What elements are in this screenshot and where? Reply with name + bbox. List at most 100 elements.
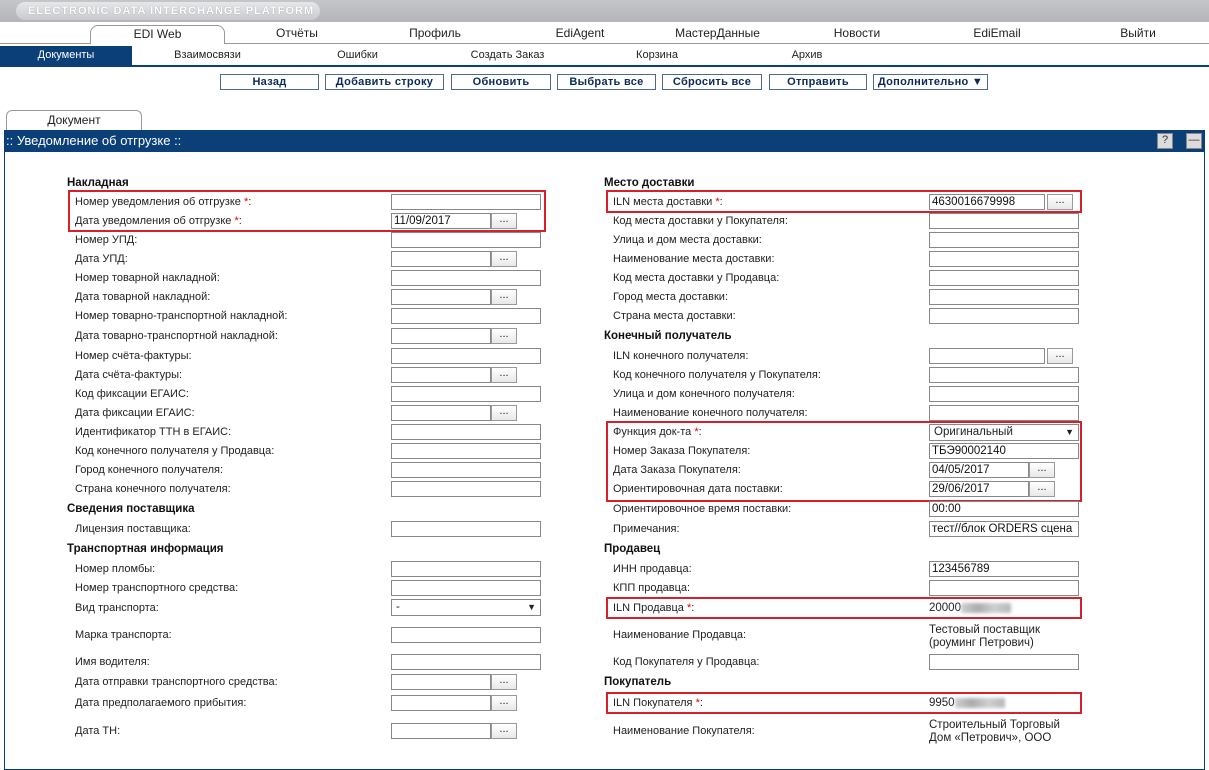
reset-all-button[interactable]: Сбросить все (662, 74, 762, 90)
calendar-button[interactable]: ... (491, 289, 517, 305)
calendar-button[interactable]: ... (1029, 481, 1055, 497)
lookup-button[interactable]: ... (1047, 194, 1073, 210)
delivery-iln-input[interactable]: 4630016679998 (929, 194, 1045, 210)
help-button[interactable]: ? (1157, 133, 1173, 149)
subnav-create-order[interactable]: Создать Заказ (460, 49, 555, 61)
send-button[interactable]: Отправить (769, 74, 867, 90)
est-delivery-time-input[interactable]: 00:00 (929, 501, 1079, 517)
final-name-input[interactable] (929, 405, 1079, 421)
driver-name-input[interactable] (391, 654, 541, 670)
label-delivery-name: Наименование места доставки: (613, 253, 775, 265)
invoice-number-input[interactable] (391, 348, 541, 364)
label-seller-inn: ИНН продавца: (613, 563, 692, 575)
tab-document[interactable]: Документ (6, 110, 142, 130)
refresh-button[interactable]: Обновить (451, 74, 551, 90)
calendar-button[interactable]: ... (491, 723, 517, 739)
calendar-button[interactable]: ... (491, 251, 517, 267)
egais-date-input[interactable] (391, 405, 491, 421)
calendar-button[interactable]: ... (491, 695, 517, 711)
subnav-relations[interactable]: Взаимосвязи (160, 49, 255, 61)
label-final-recipient-country: Страна конечного получателя: (75, 483, 231, 495)
final-recipient-city-input[interactable] (391, 462, 541, 478)
nav-masterdata[interactable]: МастерДанные (665, 26, 770, 40)
transport-brand-input[interactable] (391, 627, 541, 643)
seal-number-input[interactable] (391, 561, 541, 577)
calendar-button[interactable]: ... (491, 674, 517, 690)
lookup-button[interactable]: ... (1047, 348, 1073, 364)
doc-function-select[interactable]: Оригинальный ▼ (929, 424, 1079, 441)
calendar-button[interactable]: ... (491, 213, 517, 229)
add-row-button[interactable]: Добавить строку (325, 74, 444, 90)
est-delivery-date-input[interactable]: 29/06/2017 (929, 481, 1029, 497)
label-shipment-number: Номер уведомления об отгрузке *: (75, 196, 252, 208)
calendar-button[interactable]: ... (1029, 462, 1055, 478)
calendar-button[interactable]: ... (491, 328, 517, 344)
subnav-cart[interactable]: Корзина (622, 49, 692, 61)
subnav-documents[interactable]: Документы (0, 46, 132, 65)
arrival-date-input[interactable] (391, 695, 491, 711)
delivery-code-buyer-input[interactable] (929, 213, 1079, 229)
ttn-number-input[interactable] (391, 308, 541, 324)
label-tn-number: Номер товарной накладной: (75, 272, 220, 284)
shipment-date-input[interactable]: 11/09/2017 (391, 213, 491, 229)
shipment-number-input[interactable] (391, 194, 541, 210)
delivery-street-input[interactable] (929, 232, 1079, 248)
delivery-name-input[interactable] (929, 251, 1079, 267)
seller-kpp-input[interactable] (929, 580, 1079, 596)
tab-edi-web[interactable]: EDI Web (90, 25, 225, 45)
nav-logout[interactable]: Выйти (1103, 26, 1173, 40)
final-recipient-country-input[interactable] (391, 481, 541, 497)
nav-profile[interactable]: Профиль (400, 26, 470, 40)
upd-number-input[interactable] (391, 232, 541, 248)
final-iln-input[interactable] (929, 348, 1045, 364)
order-date-input[interactable]: 04/05/2017 (929, 462, 1029, 478)
nav-reports[interactable]: Отчёты (262, 26, 332, 40)
redacted-blur (954, 697, 1005, 708)
final-code-buyer-input[interactable] (929, 367, 1079, 383)
departure-date-input[interactable] (391, 674, 491, 690)
more-dropdown-button[interactable]: Дополнительно ▼ (873, 74, 988, 90)
delivery-code-seller-input[interactable] (929, 270, 1079, 286)
back-button[interactable]: Назад (220, 74, 319, 90)
buyer-code-seller-input[interactable] (929, 654, 1079, 670)
minimize-button[interactable]: — (1186, 133, 1202, 149)
vehicle-number-input[interactable] (391, 580, 541, 596)
calendar-button[interactable]: ... (491, 367, 517, 383)
egais-ttn-id-input[interactable] (391, 424, 541, 440)
final-recipient-code-input[interactable] (391, 443, 541, 459)
label-egais-ttn-id: Идентификатор ТТН в ЕГАИС: (75, 426, 232, 438)
seller-name-value: Тестовый поставщик (роуминг Петрович) (929, 624, 1040, 649)
label-invoice-date: Дата счёта-фактуры: (75, 369, 183, 381)
section-transport: Транспортная информация (67, 543, 224, 555)
tn-date-input[interactable] (391, 289, 491, 305)
label-upd-number: Номер УПД: (75, 234, 138, 246)
tn-date-2-input[interactable] (391, 723, 491, 739)
nav-ediagent[interactable]: EdiAgent (545, 26, 615, 40)
nav-news[interactable]: Новости (822, 26, 892, 40)
label-supplier-license: Лицензия поставщика: (75, 523, 191, 535)
upd-date-input[interactable] (391, 251, 491, 267)
label-transport-type: Вид транспорта: (75, 602, 159, 614)
select-all-button[interactable]: Выбрать все (557, 74, 656, 90)
ttn-date-input[interactable] (391, 328, 491, 344)
tn-number-input[interactable] (391, 270, 541, 286)
label-final-recipient-city: Город конечного получателя: (75, 464, 224, 476)
label-upd-date: Дата УПД: (75, 253, 128, 265)
invoice-date-input[interactable] (391, 367, 491, 383)
egais-code-input[interactable] (391, 386, 541, 402)
nav-ediemail[interactable]: EdiEmail (962, 26, 1032, 40)
subnav-archive[interactable]: Архив (772, 49, 842, 61)
subnav-errors[interactable]: Ошибки (320, 49, 395, 61)
top-bar: ELECTRONIC DATA INTERCHANGE PLATFORM (0, 0, 1209, 22)
order-number-input[interactable]: ТБЭ90002140 (929, 443, 1079, 459)
label-departure-date: Дата отправки транспортного средства: (75, 676, 278, 688)
supplier-license-input[interactable] (391, 521, 541, 537)
transport-type-select[interactable]: - ▼ (391, 599, 541, 616)
calendar-button[interactable]: ... (491, 405, 517, 421)
seller-inn-input[interactable]: 123456789 (929, 561, 1079, 577)
section-buyer: Покупатель (604, 676, 672, 688)
delivery-country-input[interactable] (929, 308, 1079, 324)
delivery-city-input[interactable] (929, 289, 1079, 305)
final-street-input[interactable] (929, 386, 1079, 402)
notes-input[interactable]: тест//блок ORDERS сцена (929, 521, 1079, 537)
